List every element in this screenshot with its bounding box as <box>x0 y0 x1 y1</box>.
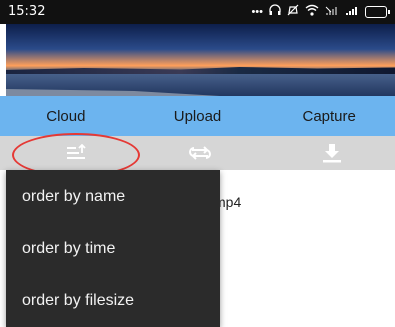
sort-menu: order by name order by time order by fil… <box>6 170 220 327</box>
tab-cloud[interactable]: Cloud <box>0 96 132 136</box>
more-dots-icon: ••• <box>251 5 263 18</box>
download-button[interactable] <box>302 136 362 170</box>
signal-icon <box>345 4 359 19</box>
repeat-button[interactable] <box>170 136 230 170</box>
wifi-icon <box>305 4 319 19</box>
tab-bar: Cloud Upload Capture <box>0 96 395 136</box>
menu-item-order-by-time[interactable]: order by time <box>22 240 115 258</box>
status-time: 15:32 <box>8 4 46 19</box>
repeat-icon <box>189 146 211 160</box>
battery-icon <box>365 5 390 18</box>
mute-icon <box>287 4 299 19</box>
no-signal-icon <box>325 4 339 19</box>
header-banner-image <box>6 24 395 96</box>
tab-capture[interactable]: Capture <box>263 96 395 136</box>
menu-item-order-by-filesize[interactable]: order by filesize <box>22 292 134 310</box>
status-icons: ••• <box>251 4 390 19</box>
menu-item-order-by-name[interactable]: order by name <box>22 188 125 206</box>
headset-icon <box>269 4 281 19</box>
download-icon <box>323 144 341 163</box>
tab-upload[interactable]: Upload <box>132 96 264 136</box>
status-bar: 15:32 ••• <box>0 0 395 24</box>
banner-horizon <box>6 67 395 74</box>
